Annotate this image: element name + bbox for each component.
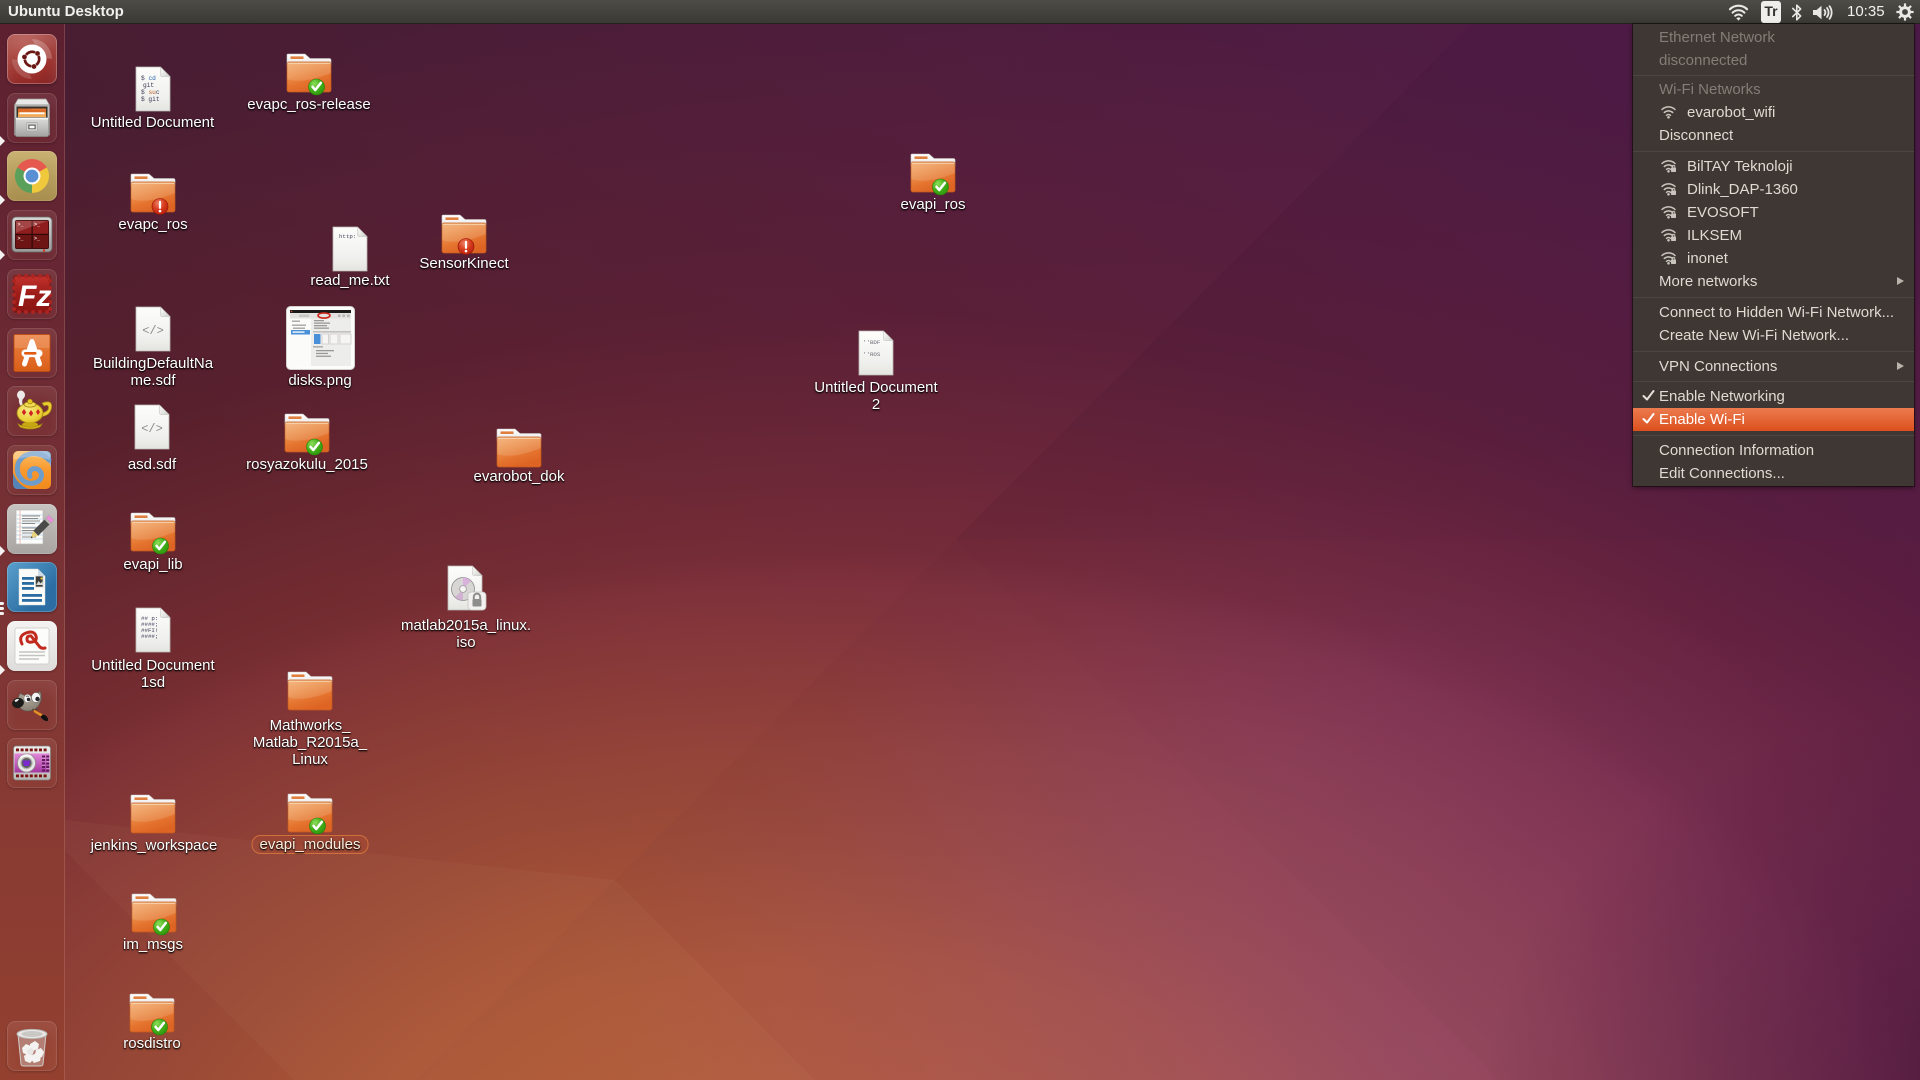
svg-text:$ cd: $ cd bbox=[141, 75, 156, 82]
svg-text:</>: </> bbox=[141, 422, 163, 436]
svg-text:git: git bbox=[143, 82, 154, 89]
svg-text:</>: </> bbox=[142, 324, 164, 338]
svg-text:http:: http: bbox=[339, 233, 356, 240]
svg-text:>_: >_ bbox=[34, 236, 41, 242]
svg-text:####;: ####; bbox=[141, 633, 158, 640]
svg-text:''BDF: ''BDF bbox=[863, 339, 881, 346]
svg-text:$ git: $ git bbox=[141, 96, 160, 103]
svg-text:''ROS: ''ROS bbox=[863, 351, 881, 358]
svg-text:Fz: Fz bbox=[18, 280, 51, 313]
svg-text:>_: >_ bbox=[18, 236, 25, 242]
svg-text:$ suc: $ suc bbox=[141, 89, 160, 96]
